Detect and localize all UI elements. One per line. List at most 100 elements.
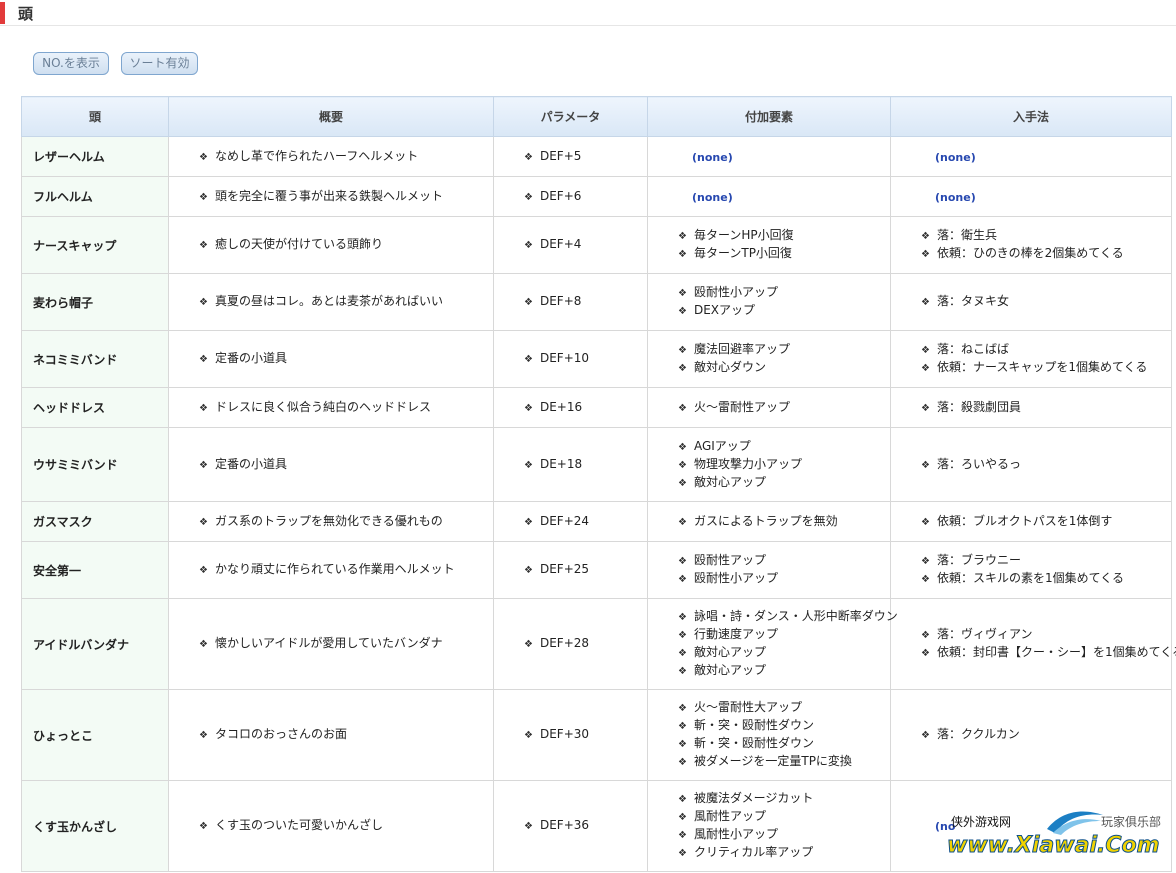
table-row: ヘッドドレス ドレスに良く似合う純白のヘッドドレス DE+16 火～雷耐性アップ 落：殺… [21,387,1172,428]
item-name: 麦わら帽子 [21,273,169,331]
bullet-list: 火～雷耐性アップ [648,399,890,417]
section-header: 頭 [0,0,1176,26]
none-link[interactable]: (none) [891,191,976,204]
bullet-list: 落：衛生兵依頼：ひのきの棒を2個集めてくる [891,227,1171,263]
bullet-list: 頭を完全に覆う事が出来る鉄製ヘルメット [169,188,493,206]
list-item: ドレスに良く似合う純白のヘッドドレス [199,399,493,417]
item-parameter: DEF+36 [493,780,648,872]
bullet-list: DEF+24 [494,513,647,531]
item-parameter: DEF+4 [493,216,648,274]
item-extra-effects: 詠唱・詩・ダンス・人形中断率ダウン行動速度アップ敵対心アップ敵対心アップ [647,598,898,690]
none-link[interactable]: (none) [648,191,733,204]
item-parameter: DEF+6 [493,176,648,217]
item-description: ドレスに良く似合う純白のヘッドドレス [168,387,494,428]
item-extra-effects: ガスによるトラップを無効 [647,501,891,542]
list-item: ガス系のトラップを無効化できる優れもの [199,513,493,531]
equipment-table: 頭 概要 パラメータ 付加要素 入手法 レザーヘルム なめし革で作られたハーフヘル… [21,96,1176,872]
list-item: 斬・突・殴耐性ダウン [678,717,890,735]
bullet-list: DE+18 [494,456,647,474]
list-item: 落：ククルカン [921,726,1171,744]
watermark-url: www.Xiawai.Com [947,833,1161,859]
none-link[interactable]: (none) [891,151,976,164]
item-extra-effects: 殴耐性小アップDEXアップ [647,273,891,331]
list-item: 火～雷耐性アップ [678,399,890,417]
bullet-list: DEF+36 [494,817,647,835]
list-item: くす玉のついた可愛いかんざし [199,817,493,835]
list-item: 殴耐性小アップ [678,284,890,302]
item-parameter: DEF+10 [493,330,648,388]
item-extra-effects: 殴耐性アップ殴耐性小アップ [647,541,891,599]
bullet-list: 落：殺戮劇団員 [891,399,1171,417]
bullet-list: 落：ねこばば依頼：ナースキャップを1個集めてくる [891,341,1171,377]
item-extra-effects: 火～雷耐性大アップ斬・突・殴耐性ダウン斬・突・殴耐性ダウン被ダメージを一定量TP… [647,689,891,781]
bullet-list: DEF+8 [494,293,647,311]
list-item: 敵対心アップ [678,644,890,662]
list-item: DEF+4 [524,236,647,254]
bullet-list: ガスによるトラップを無効 [648,513,890,531]
item-description: 定番の小道具 [168,330,494,388]
list-item: 依頼：ひのきの棒を2個集めてくる [921,245,1171,263]
item-name: アイドルバンダナ [21,598,169,690]
list-item: 物理攻撃力小アップ [678,456,890,474]
list-item: 落：ねこばば [921,341,1171,359]
column-header-parameter[interactable]: パラメータ [493,96,648,137]
list-item: DEF+36 [524,817,647,835]
show-number-button[interactable]: NO.を表示 [33,52,109,75]
bullet-list: 殴耐性小アップDEXアップ [648,284,890,320]
list-item: 真夏の昼はコレ。あとは麦茶があればいい [199,293,493,311]
item-acquisition: 落：ブラウニー依頼：スキルの素を1個集めてくる [890,541,1172,599]
item-name: ガスマスク [21,501,169,542]
list-item: かなり頑丈に作られている作業用ヘルメット [199,561,493,579]
list-item: 詠唱・詩・ダンス・人形中断率ダウン [678,608,898,626]
table-header-row: 頭 概要 パラメータ 付加要素 入手法 [21,96,1172,137]
bullet-list: 定番の小道具 [169,350,493,368]
bullet-list: 依頼：ブルオクトパスを1体倒す [891,513,1171,531]
watermark-club: 玩家俱乐部 [1101,815,1162,829]
section-title: 頭 [18,5,34,23]
list-item: 定番の小道具 [199,350,493,368]
equipment-table-wrapper: 頭 概要 パラメータ 付加要素 入手法 レザーヘルム なめし革で作られたハーフヘル… [21,96,1176,872]
list-item: 殴耐性小アップ [678,570,890,588]
item-acquisition: 落：ねこばば依頼：ナースキャップを1個集めてくる [890,330,1172,388]
bullet-list: DEF+5 [494,148,647,166]
column-header-acquisition[interactable]: 入手法 [890,96,1172,137]
list-item: DEF+28 [524,635,647,653]
bullet-list: ガス系のトラップを無効化できる優れもの [169,513,493,531]
item-parameter: DEF+24 [493,501,648,542]
bullet-list: 懐かしいアイドルが愛用していたバンダナ [169,635,493,653]
list-item: 殴耐性アップ [678,552,890,570]
item-parameter: DEF+25 [493,541,648,599]
column-header-name[interactable]: 頭 [21,96,169,137]
item-acquisition: 落：ヴィヴィアン依頼：封印書【クー・シー】を1個集めてくる [890,598,1176,690]
list-item: なめし革で作られたハーフヘルメット [199,148,493,166]
list-item: 落：衛生兵 [921,227,1171,245]
column-header-description[interactable]: 概要 [168,96,494,137]
bullet-list: DEF+10 [494,350,647,368]
list-item: DEF+6 [524,188,647,206]
table-row: 安全第一かなり頑丈に作られている作業用ヘルメットDEF+25殴耐性アップ殴耐性小… [21,541,1172,599]
item-name: ウサミミバンド [21,427,169,502]
bullet-list: 被魔法ダメージカット風耐性アップ風耐性小アップクリティカル率アップ [648,790,890,862]
list-item: 落：ろいやるっ [921,456,1171,474]
item-acquisition: 落：ククルカン [890,689,1172,781]
list-item: AGIアップ [678,438,890,456]
bullet-list: DEF+30 [494,726,647,744]
list-item: DE+16 [524,399,647,417]
list-item: DEF+24 [524,513,647,531]
bullet-list: 真夏の昼はコレ。あとは麦茶があればいい [169,293,493,311]
list-item: 行動速度アップ [678,626,890,644]
list-item: 風耐性アップ [678,808,890,826]
list-item: 被魔法ダメージカット [678,790,890,808]
item-name: くす玉かんざし [21,780,169,872]
list-item: 落：ブラウニー [921,552,1171,570]
item-extra-effects: (none) [647,136,891,177]
column-header-extra[interactable]: 付加要素 [647,96,891,137]
page: 頭 NO.を表示 ソート有効 頭 概要 パラメータ 付加要素 入手法 レザーヘル… [0,0,1176,873]
list-item: 懐かしいアイドルが愛用していたバンダナ [199,635,493,653]
none-link[interactable]: (none) [648,151,733,164]
list-item: 頭を完全に覆う事が出来る鉄製ヘルメット [199,188,493,206]
item-description: 頭を完全に覆う事が出来る鉄製ヘルメット [168,176,494,217]
bullet-list: AGIアップ物理攻撃力小アップ敵対心アップ [648,438,890,492]
table-row: レザーヘルムなめし革で作られたハーフヘルメットDEF+5(none)(none) [21,136,1172,177]
enable-sort-button[interactable]: ソート有効 [121,52,198,75]
